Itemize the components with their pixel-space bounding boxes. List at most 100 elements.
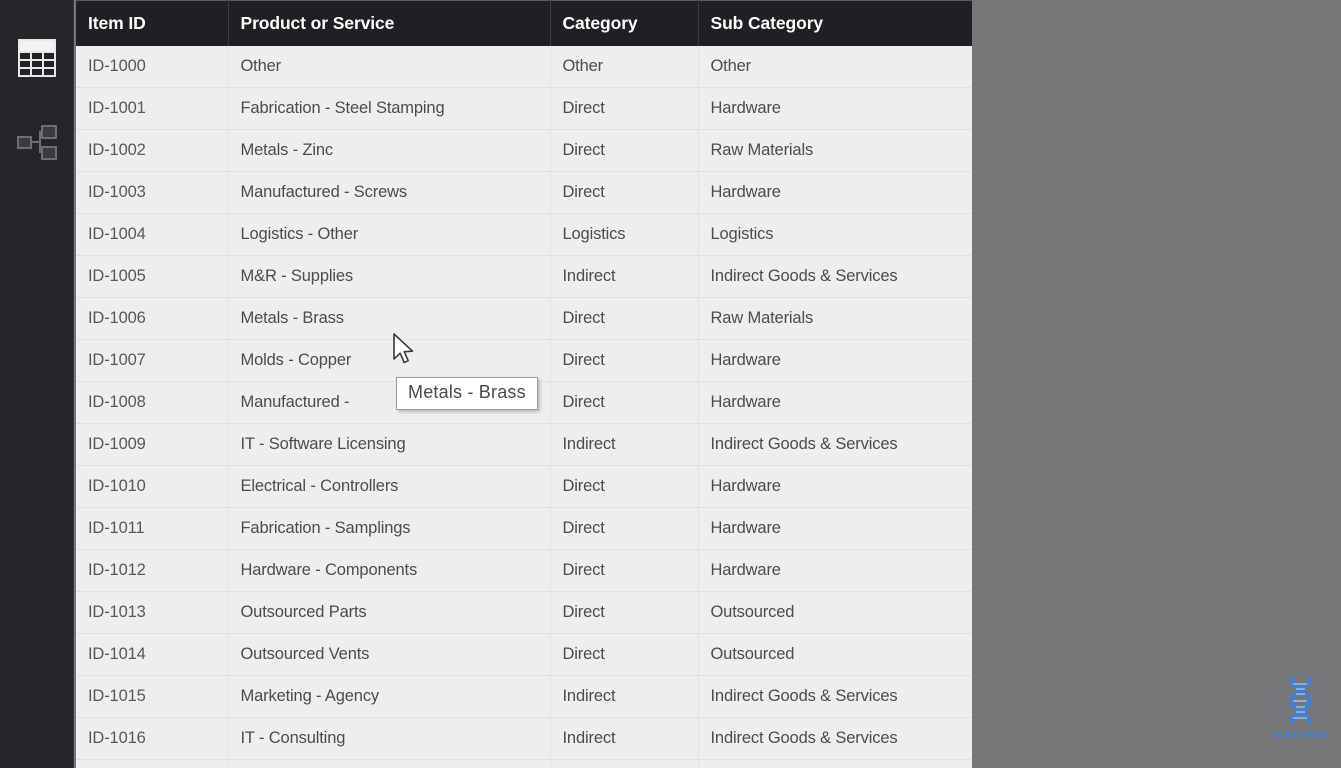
cell-item-id[interactable]: ID-1004	[76, 213, 229, 256]
cell-item-id[interactable]: ID-1010	[76, 465, 229, 508]
cell-item-id[interactable]: ID-1000	[76, 45, 229, 88]
cell-product-or-service[interactable]: Marketing - Agency	[228, 675, 551, 718]
cell-category[interactable]: Direct	[550, 171, 699, 214]
table-row[interactable]: ID-1006 Metals - Brass Direct Raw Materials	[76, 297, 972, 340]
table-row[interactable]: ID-1001 Fabrication - Steel Stamping Direc…	[76, 87, 972, 130]
table-row[interactable]: ID-1011 Fabrication - Samplings Direct Hard…	[76, 507, 972, 550]
cell-product-or-service[interactable]: Electrical - Controllers	[228, 465, 551, 508]
cell-sub-category[interactable]: Hardware	[698, 339, 972, 382]
cell-sub-category[interactable]: Hardware	[698, 465, 972, 508]
table-row[interactable]: ID-1012 Hardware - Components Direct Hardwa…	[76, 549, 972, 592]
cell-item-id[interactable]: ID-1011	[76, 507, 229, 550]
cell-sub-category[interactable]: Hardware	[698, 87, 972, 130]
table-row[interactable]: ID-1016 IT - Consulting Indirect Indirect G…	[76, 717, 972, 760]
cell-product-or-service[interactable]: Metals - Zinc	[228, 129, 551, 172]
table-row[interactable]: ID-1009 IT - Software Licensing Indirect In…	[76, 423, 972, 466]
cell-category[interactable]: Direct	[550, 339, 699, 382]
cell-item-id[interactable]: ID-1012	[76, 549, 229, 592]
column-header-product-or-service[interactable]: Product or Service	[228, 0, 551, 46]
table-row[interactable]: ID-1013 Outsourced Parts Direct Outsourced	[76, 591, 972, 634]
cell-category[interactable]: Direct	[550, 591, 699, 634]
left-sidebar	[0, 0, 74, 768]
cell-category[interactable]: Direct	[550, 633, 699, 676]
cell-item-id[interactable]: ID-1002	[76, 129, 229, 172]
cell-category[interactable]: Direct	[550, 381, 699, 424]
cell-item-id[interactable]: ID-1014	[76, 633, 229, 676]
table-row[interactable]: ID-1014 Outsourced Vents Direct Outsourced	[76, 633, 972, 676]
cell-product-or-service[interactable]: Molds - Copper	[228, 339, 551, 382]
cell-category[interactable]: Direct	[550, 465, 699, 508]
cell-product-or-service[interactable]: Manufactured - Screws	[228, 171, 551, 214]
relationship-model-icon	[17, 125, 57, 160]
cell-product-or-service[interactable]: Other	[228, 45, 551, 88]
cell-category[interactable]: Indirect	[550, 675, 699, 718]
subscribe-label: SUBSCRIBE	[1272, 730, 1328, 739]
cell-category[interactable]: Indirect	[550, 717, 699, 760]
dna-helix-icon	[1274, 672, 1326, 729]
table-row[interactable]: ID-1004 Logistics - Other Logistics Logisti…	[76, 213, 972, 256]
cell-category[interactable]: Indirect	[550, 255, 699, 298]
table-row[interactable]: ID-1002 Metals - Zinc Direct Raw Materials	[76, 129, 972, 172]
cell-sub-category[interactable]: Outsourced	[698, 633, 972, 676]
cell-sub-category[interactable]: Hardware	[698, 171, 972, 214]
cell-sub-category[interactable]: Other	[698, 45, 972, 88]
table-row[interactable]: ID-1015 Marketing - Agency Indirect Indirec…	[76, 675, 972, 718]
cell-sub-category[interactable]: Logistics	[698, 213, 972, 256]
sidebar-item-model-view[interactable]	[17, 122, 57, 162]
column-header-sub-category[interactable]: Sub Category	[698, 0, 972, 46]
cell-item-id[interactable]: ID-1016	[76, 717, 229, 760]
cell-category[interactable]: Direct	[550, 297, 699, 340]
cell-item-id[interactable]: ID-1017	[76, 759, 229, 768]
cell-product-or-service[interactable]: IT - Consulting	[228, 717, 551, 760]
sidebar-item-data-view[interactable]	[17, 38, 57, 78]
cell-category[interactable]: Other	[550, 45, 699, 88]
cell-sub-category[interactable]: Hardware	[698, 507, 972, 550]
cell-item-id[interactable]: ID-1005	[76, 255, 229, 298]
cell-product-or-service[interactable]: Fabrication - Samplings	[228, 507, 551, 550]
cell-item-id[interactable]: ID-1013	[76, 591, 229, 634]
cell-product-or-service[interactable]	[228, 759, 551, 768]
cell-item-id[interactable]: ID-1008	[76, 381, 229, 424]
cell-category[interactable]: Direct	[550, 129, 699, 172]
cell-sub-category[interactable]: Indirect Goods & Services	[698, 717, 972, 760]
table-row[interactable]: ID-1000 Other Other Other	[76, 45, 972, 88]
cell-item-id[interactable]: ID-1003	[76, 171, 229, 214]
table-row[interactable]: ID-1007 Molds - Copper Direct Hardware	[76, 339, 972, 382]
cell-category[interactable]: Direct	[550, 507, 699, 550]
cell-category[interactable]: Logistics	[550, 213, 699, 256]
cell-product-or-service[interactable]: Metals - Brass	[228, 297, 551, 340]
cell-sub-category[interactable]: Hardware	[698, 381, 972, 424]
cell-item-id[interactable]: ID-1006	[76, 297, 229, 340]
cell-sub-category[interactable]: Hardware	[698, 549, 972, 592]
cell-sub-category[interactable]: Indirect Goods & Services	[698, 255, 972, 298]
cell-product-or-service[interactable]: Outsourced Vents	[228, 633, 551, 676]
cell-sub-category[interactable]: Raw Materials	[698, 297, 972, 340]
table-row[interactable]: ID-1005 M&R - Supplies Indirect Indirect Go…	[76, 255, 972, 298]
cell-item-id[interactable]: ID-1001	[76, 87, 229, 130]
cell-product-or-service[interactable]: IT - Software Licensing	[228, 423, 551, 466]
subscribe-watermark[interactable]: SUBSCRIBE	[1262, 672, 1338, 740]
cell-product-or-service[interactable]: Outsourced Parts	[228, 591, 551, 634]
cell-item-id[interactable]: ID-1015	[76, 675, 229, 718]
cell-sub-category[interactable]: Indirect Goods & Services	[698, 423, 972, 466]
cell-sub-category[interactable]: Outsourced	[698, 591, 972, 634]
column-header-item-id[interactable]: Item ID	[76, 0, 229, 46]
cell-sub-category[interactable]: Raw Materials	[698, 129, 972, 172]
cell-product-or-service[interactable]: M&R - Supplies	[228, 255, 551, 298]
cell-product-or-service[interactable]: Fabrication - Steel Stamping	[228, 87, 551, 130]
column-header-category[interactable]: Category	[550, 0, 699, 46]
cell-category[interactable]: Direct	[550, 549, 699, 592]
table-row[interactable]: ID-1003 Manufactured - Screws Direct Hardwa…	[76, 171, 972, 214]
cell-product-or-service[interactable]: Logistics - Other	[228, 213, 551, 256]
cell-sub-category[interactable]	[698, 759, 972, 768]
table-row[interactable]: ID-1010 Electrical - Controllers Direct Har…	[76, 465, 972, 508]
cell-sub-category[interactable]: Indirect Goods & Services	[698, 675, 972, 718]
table-row[interactable]: ID-1017	[76, 759, 972, 768]
table-header: Item ID Product or Service Category Sub …	[76, 0, 972, 46]
cell-item-id[interactable]: ID-1009	[76, 423, 229, 466]
cell-category[interactable]: Direct	[550, 87, 699, 130]
cell-category[interactable]: Indirect	[550, 423, 699, 466]
cell-item-id[interactable]: ID-1007	[76, 339, 229, 382]
cell-product-or-service[interactable]: Hardware - Components	[228, 549, 551, 592]
cell-category[interactable]	[550, 759, 699, 768]
